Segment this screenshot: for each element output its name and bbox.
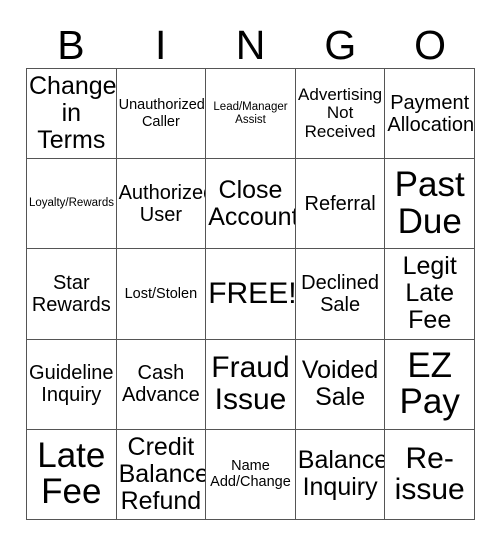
bingo-cell-label: EZ Pay [399,345,460,422]
bingo-cell-label: Advertising Not Received [298,84,383,141]
bingo-header-letter-n: N [235,22,266,68]
bingo-cell[interactable]: Legit Late Fee [385,249,475,340]
bingo-cell-label: Lead/Manager Assist [213,100,288,126]
bingo-cell-label: Payment Allocation [387,91,475,136]
bingo-cell-label: Change in Terms [29,72,117,155]
bingo-cell-label: Balance Inquiry [297,446,386,502]
bingo-cell[interactable]: Cash Advance [116,339,207,430]
bingo-cell[interactable]: Voided Sale [295,339,386,430]
bingo-cell-label: Legit Late Fee [402,252,457,335]
bingo-cell-label: Authorized User [118,181,207,226]
bingo-cell-label: Voided Sale [301,356,379,412]
bingo-cell-label: Referral [304,192,376,215]
bingo-cell[interactable]: Lead/Manager Assist [206,69,296,160]
bingo-cell-free-space[interactable]: FREE! [206,249,296,340]
bingo-cell[interactable]: Loyalty/Rewards [27,159,117,250]
bingo-cell-label: Past Due [394,165,465,241]
bingo-cell-label: Cash Advance [121,362,200,407]
bingo-cell[interactable]: Payment Allocation [385,69,475,160]
bingo-header-letter-b: B [57,22,85,68]
bingo-cell-label: Guideline Inquiry [29,362,114,407]
bingo-cell[interactable]: Unauthorized Caller [116,69,207,160]
bingo-cell-label: Re- issue [394,441,465,507]
bingo-cell[interactable]: Fraud Issue [206,339,296,430]
bingo-cell-label: Loyalty/Rewards [29,197,115,210]
bingo-cell-label: Late Fee [37,436,106,512]
bingo-cell[interactable]: Past Due [385,159,475,250]
bingo-cell[interactable]: Guideline Inquiry [27,339,117,430]
bingo-header-letter-o: O [414,22,447,68]
bingo-cell[interactable]: Name Add/Change [206,429,296,520]
bingo-cell[interactable]: Lost/Stolen [116,249,207,340]
bingo-cell-label: Close Account [208,175,296,231]
bingo-cell[interactable]: Credit Balance Refund [116,429,207,520]
bingo-grid: Change in Terms Unauthorized Caller Lead… [26,68,475,520]
bingo-cell[interactable]: Referral [295,159,386,250]
bingo-cell-label: Credit Balance Refund [118,432,207,515]
bingo-header-letter-i: I [154,22,167,68]
bingo-cell-label: Star Rewards [31,271,111,316]
bingo-cell[interactable]: Close Account [206,159,296,250]
bingo-cell[interactable]: EZ Pay [385,339,475,430]
bingo-cell-label: Name Add/Change [210,458,291,491]
bingo-header-row: B I N G O [26,16,475,68]
bingo-cell[interactable]: Declined Sale [295,249,386,340]
bingo-cell-label: Declined Sale [301,271,379,316]
bingo-cell[interactable]: Change in Terms [27,69,117,160]
bingo-card: B I N G O Change in Terms Unauthorized C… [0,0,500,544]
bingo-cell[interactable]: Advertising Not Received [295,69,386,160]
bingo-cell-label: Lost/Stolen [124,285,198,302]
bingo-cell[interactable]: Late Fee [27,429,117,520]
bingo-cell[interactable]: Balance Inquiry [295,429,386,520]
bingo-cell[interactable]: Re- issue [385,429,475,520]
bingo-header-letter-g: G [324,22,357,68]
bingo-cell[interactable]: Authorized User [116,159,207,250]
bingo-cell-label: FREE! [208,277,296,311]
bingo-cell[interactable]: Star Rewards [27,249,117,340]
bingo-cell-label: Unauthorized Caller [118,97,205,130]
bingo-cell-label: Fraud Issue [211,351,290,417]
